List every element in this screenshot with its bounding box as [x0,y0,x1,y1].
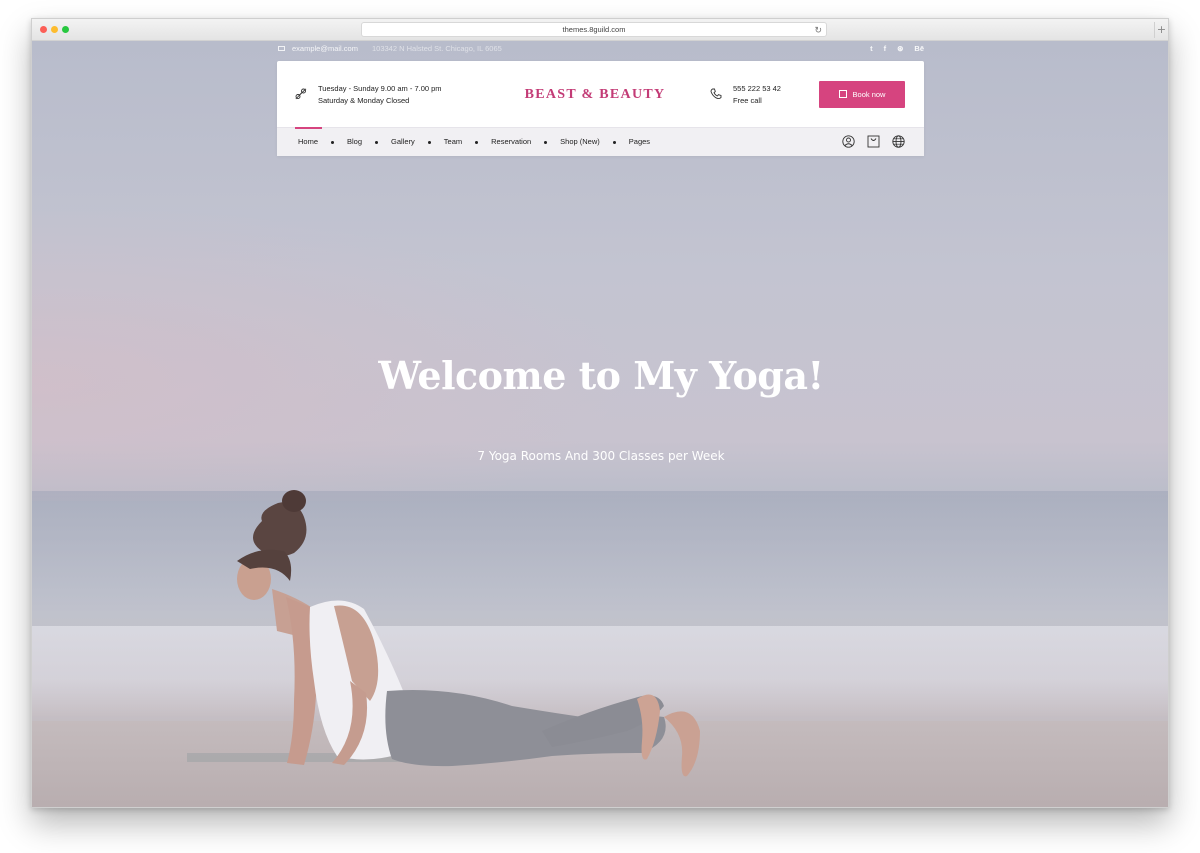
nav-separator [544,140,548,144]
nav-separator [331,140,335,144]
nav-item-shop[interactable]: Shop (New) [560,128,600,156]
nav-item-home[interactable]: Home [294,127,323,156]
phone-icon [710,88,722,100]
browser-titlebar: themes.8guild.com ↻ + [32,19,1168,41]
reload-icon[interactable]: ↻ [814,24,822,36]
nav-item-blog[interactable]: Blog [347,128,362,156]
new-tab-button[interactable]: + [1154,22,1168,38]
hero-subtitle: 7 Yoga Rooms And 300 Classes per Week [477,449,725,463]
contact-email[interactable]: example@mail.com [292,41,358,57]
address-bar-url: themes.8guild.com [562,25,626,34]
nav-item-reservation[interactable]: Reservation [491,128,531,156]
phone-note: Free call [733,96,762,105]
zoom-window-button[interactable] [62,26,69,33]
yoga-woman-image [187,490,700,777]
account-icon[interactable] [842,135,855,148]
nav-separator [612,140,616,144]
nav-icons [842,135,905,148]
phone-number[interactable]: 555 222 53 42 [733,83,781,95]
nav-separator [427,140,431,144]
contact-address: 103342 N Halsted St. Chicago, IL 6065 [372,44,502,53]
browser-window: themes.8guild.com ↻ + example@mail.com 1… [31,18,1169,808]
hero-title: Welcome to My Yoga! [378,353,824,398]
address-bar[interactable]: themes.8guild.com ↻ [361,22,827,37]
calendar-icon [838,90,847,98]
mail-icon [278,46,285,51]
cart-icon[interactable] [867,135,880,148]
facebook-icon[interactable]: f [884,41,887,57]
nav-item-pages[interactable]: Pages [629,128,650,156]
site-logo[interactable]: BEAST & BEAUTY [277,87,913,103]
behance-icon[interactable]: Bē [914,41,924,57]
page-viewport: example@mail.com 103342 N Halsted St. Ch… [32,41,1168,807]
book-now-label: Book now [852,90,886,99]
social-links: t f ⊛ Bē [870,41,924,57]
contact-phone: 555 222 53 42 Free call [733,83,781,107]
twitter-icon[interactable]: t [870,41,873,57]
nav-item-team[interactable]: Team [444,128,462,156]
main-nav: Home Blog Gallery Team Reservation Shop … [277,127,924,156]
nav-item-gallery[interactable]: Gallery [391,128,415,156]
book-now-button[interactable]: Book now [819,81,905,108]
dribbble-icon[interactable]: ⊛ [897,41,903,57]
nav-menu: Home Blog Gallery Team Reservation Shop … [294,127,650,156]
close-window-button[interactable] [40,26,47,33]
contact-topbar: example@mail.com 103342 N Halsted St. Ch… [278,41,924,57]
nav-separator [475,140,479,144]
globe-icon[interactable] [892,135,905,148]
minimize-window-button[interactable] [51,26,58,33]
site-header: Tuesday - Sunday 9.00 am - 7.00 pm Satur… [277,61,924,156]
nav-separator [375,140,379,144]
